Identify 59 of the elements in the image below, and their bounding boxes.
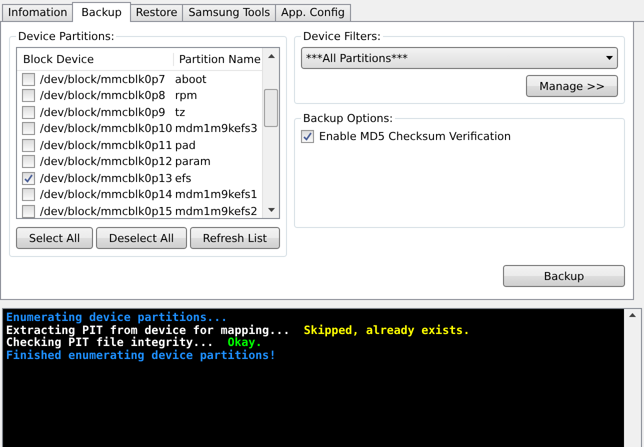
- tab[interactable]: Samsung Tools: [182, 4, 276, 21]
- table-cell: aboot: [175, 72, 206, 86]
- log-text: Enumerating device partitions...: [6, 310, 228, 324]
- tab[interactable]: App. Config: [275, 4, 351, 21]
- table-cell-text: /dev/block/mmcblk0p15: [40, 204, 174, 218]
- table-cell-text: /dev/block/mmcblk0p11: [40, 138, 174, 152]
- table-cell-text: /dev/block/mmcblk0p8: [40, 89, 166, 102]
- tab[interactable]: Backup: [72, 2, 131, 22]
- group-title: Device Filters:: [302, 30, 382, 43]
- list-button[interactable]: Deselect All: [96, 227, 187, 249]
- checkbox-label[interactable]: Enable MD5 Checksum Verification: [319, 130, 511, 143]
- checkbox[interactable]: [22, 204, 35, 218]
- log-text: Finished enumerating device partitions!: [6, 348, 276, 362]
- tab[interactable]: Infomation: [2, 4, 74, 21]
- scrollbar[interactable]: [624, 309, 641, 447]
- checkbox[interactable]: [22, 106, 35, 119]
- table-cell-text: /dev/block/mmcblk0p7: [40, 72, 166, 86]
- log-text: Okay.: [228, 335, 262, 349]
- scrollbar[interactable]: [262, 48, 279, 218]
- table-cell-text: /dev/block/mmcblk0p9: [40, 106, 166, 119]
- table-cell-text: /dev/block/mmcblk0p13: [40, 172, 174, 185]
- table-cell-text: /dev/block/mmcblk0p12: [40, 155, 174, 168]
- down-arrow-icon[interactable]: [268, 208, 274, 212]
- scrollbar-thumb[interactable]: [264, 89, 278, 127]
- dropdown-arrow-icon[interactable]: [606, 56, 613, 60]
- log-text: Extracting PIT from device for mapping...: [6, 322, 291, 336]
- table-cell: tz: [175, 106, 186, 119]
- checkbox[interactable]: [301, 130, 314, 143]
- partition-list[interactable]: [16, 47, 280, 219]
- checkbox[interactable]: [22, 172, 35, 185]
- tab[interactable]: Restore: [130, 4, 184, 21]
- checkbox[interactable]: [22, 138, 35, 152]
- table-cell: mdm1m9kefs2: [175, 204, 258, 218]
- table-cell: mdm1m9kefs3: [175, 122, 258, 136]
- checkbox[interactable]: [22, 188, 35, 202]
- group-title: Backup Options:: [302, 112, 394, 125]
- table-cell: pad: [175, 138, 196, 152]
- table-cell: rpm: [175, 89, 198, 102]
- log-text: Skipped, already exists.: [304, 322, 470, 336]
- backup-button[interactable]: Backup: [503, 265, 625, 287]
- table-cell: efs: [175, 172, 192, 185]
- column-header[interactable]: Partition Name: [174, 52, 261, 66]
- table-cell: mdm1m9kefs1: [175, 188, 258, 202]
- filter-dropdown[interactable]: ***All Partitions***: [301, 47, 618, 69]
- manage-button[interactable]: Manage >>: [526, 75, 618, 97]
- checkbox[interactable]: [22, 89, 35, 102]
- table-cell-text: /dev/block/mmcblk0p10: [40, 122, 174, 136]
- up-arrow-icon[interactable]: [629, 313, 636, 317]
- list-button[interactable]: Select All: [16, 227, 94, 249]
- checkbox[interactable]: [22, 72, 35, 86]
- group-title: Device Partitions:: [17, 30, 116, 43]
- list-button[interactable]: Refresh List: [190, 227, 280, 249]
- table-cell: param: [175, 155, 211, 168]
- checkbox[interactable]: [22, 155, 35, 168]
- table-cell-text: /dev/block/mmcblk0p14: [40, 188, 174, 202]
- log-text: Checking PIT file integrity...: [6, 335, 215, 349]
- checkbox[interactable]: [22, 122, 35, 136]
- column-header[interactable]: Block Device: [17, 52, 174, 66]
- up-arrow-icon[interactable]: [268, 54, 274, 58]
